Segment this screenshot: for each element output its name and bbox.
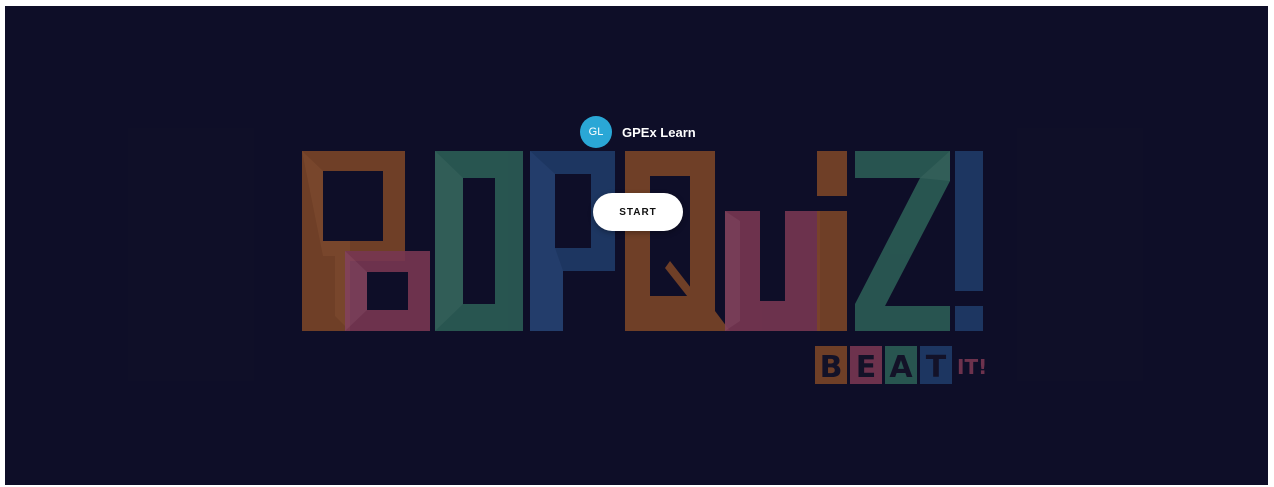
quiz-lobby-stage: B E A T IT! GL GPEx Learn START (5, 6, 1268, 485)
overlay-dim (5, 6, 1268, 485)
host-name: GPEx Learn (622, 124, 696, 140)
start-button[interactable]: START (593, 193, 683, 231)
avatar: GL (580, 116, 612, 148)
host-info: GL GPEx Learn (580, 116, 696, 148)
